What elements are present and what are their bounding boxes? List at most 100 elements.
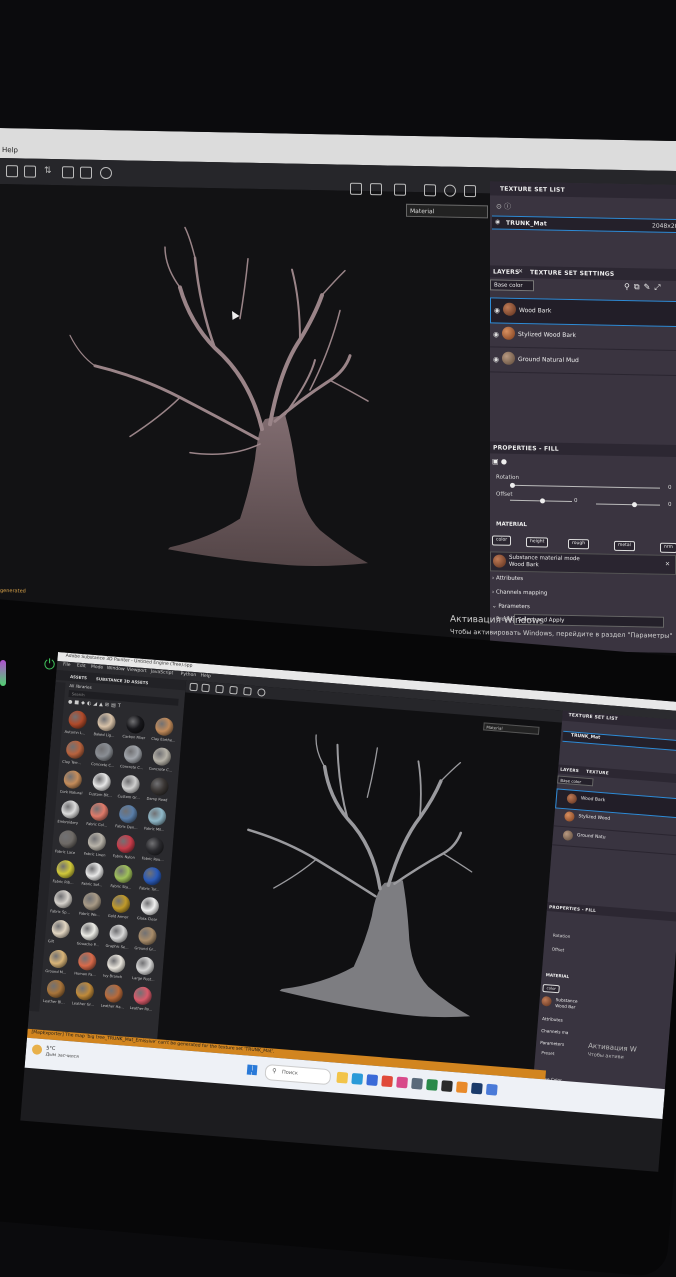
grid-icon[interactable] [6, 165, 18, 178]
app-icon[interactable] [426, 1078, 438, 1091]
tab-assets[interactable]: ASSETS [70, 674, 87, 680]
asset-tile[interactable]: Fabric Col... [85, 801, 115, 832]
align-icon[interactable]: ⇅ [44, 166, 54, 176]
channel-chip-metal[interactable]: metal [614, 540, 635, 552]
taskbar-search-box[interactable]: ⚲ Поиск [264, 1063, 332, 1086]
display-icon[interactable] [350, 182, 362, 195]
asset-tile[interactable]: Concrete C... [119, 743, 149, 774]
tab-layers[interactable]: LAYERS [560, 767, 579, 773]
visibility-eye-icon[interactable]: ◉ [495, 219, 500, 226]
grid-small-icon[interactable] [201, 683, 210, 693]
attributes-section[interactable]: › Attributes [492, 575, 523, 582]
asset-tile[interactable]: Baked Lig... [92, 711, 122, 742]
asset-tile[interactable]: Leather Ha... [99, 983, 129, 1014]
texture-set-item[interactable]: ◉ TRUNK_Mat 2048x20 [492, 215, 676, 233]
asset-tile[interactable]: Clay Terr... [61, 739, 91, 770]
menu-help[interactable]: Help [2, 146, 18, 154]
file-explorer-icon[interactable] [336, 1071, 349, 1084]
layer-row[interactable]: ◉ Ground Natural Mud [490, 347, 676, 376]
asset-tile[interactable]: Fabric Nylon [111, 833, 141, 864]
3d-viewport[interactable] [0, 184, 492, 650]
parameters-label[interactable]: Parameters [540, 1040, 564, 1047]
channel-chip-rough[interactable]: rough [568, 538, 590, 550]
menu-window[interactable]: Window [107, 666, 125, 672]
edge-icon[interactable] [351, 1072, 364, 1085]
3d-viewport[interactable]: Material [155, 680, 563, 1092]
asset-tile[interactable]: Fabric Rib... [51, 858, 81, 889]
asset-tile[interactable]: Human Fa... [73, 950, 103, 981]
slider-knob[interactable] [632, 502, 637, 508]
menu-python[interactable]: Python [180, 672, 196, 678]
close-tab-icon[interactable]: ✕ [518, 268, 523, 275]
asset-tile[interactable]: Custom Bit... [87, 771, 117, 802]
channels-mapping-section[interactable]: › Channels mapping [492, 589, 547, 596]
asset-tile[interactable]: Concrete C... [90, 741, 120, 772]
visibility-eye-icon[interactable]: ◉ [493, 330, 499, 338]
grid-small-icon[interactable] [24, 165, 36, 178]
photos-icon[interactable] [396, 1076, 409, 1089]
texture-set-filter-icons[interactable]: ⊙ ⓘ [496, 202, 511, 212]
asset-tile[interactable]: Large Rust... [131, 955, 161, 986]
render-icon[interactable] [464, 184, 476, 198]
asset-tile[interactable]: Gilt [46, 918, 76, 949]
asset-tile[interactable]: Ground Gr... [133, 925, 163, 956]
menu-javascript[interactable]: JavaScript [150, 670, 173, 677]
asset-tile[interactable]: Fabric Wo... [78, 891, 108, 922]
tab-substance-3d-assets[interactable]: SUBSTANCE 3D ASSETS [96, 676, 149, 685]
offset-slider-u[interactable] [510, 498, 572, 504]
asset-tile[interactable]: Carbon Fiber [121, 713, 151, 744]
parameters-section[interactable]: ⌄ Parameters [492, 603, 530, 610]
asset-tile[interactable]: Embroidery [56, 798, 86, 829]
pause-icon[interactable] [370, 183, 382, 196]
channel-select[interactable]: Base color [557, 775, 594, 787]
visibility-eye-icon[interactable]: ◉ [494, 306, 500, 314]
all-libraries[interactable]: All libraries [69, 683, 92, 690]
offset-slider-v[interactable] [596, 502, 660, 508]
substance-material-slot[interactable]: Substance material mode Wood Bark ✕ [490, 551, 676, 575]
blender-icon[interactable] [455, 1081, 468, 1094]
asset-tile[interactable]: Leather Bl... [41, 978, 71, 1009]
weather-temp[interactable]: 5°C [46, 1045, 56, 1052]
asset-tile[interactable]: Graphic Se... [104, 923, 134, 954]
grid-icon[interactable] [189, 682, 198, 692]
asset-tile[interactable]: Fabric Tar... [138, 865, 168, 896]
channel-chip-nrm[interactable]: nrm [660, 542, 676, 553]
settings-icon[interactable] [411, 1077, 423, 1090]
menu-file[interactable]: File [63, 662, 71, 668]
asset-tile[interactable]: Concrete C... [147, 746, 177, 777]
asset-tile[interactable]: Fabric Den... [114, 803, 144, 834]
align-icon[interactable] [215, 684, 224, 694]
asset-tile[interactable]: Clay Earthe... [150, 716, 180, 747]
record-icon[interactable] [100, 166, 112, 180]
menu-viewport[interactable]: Viewport [127, 668, 147, 675]
asset-tile[interactable]: Damp Road [145, 776, 175, 807]
layer-tools-icons[interactable]: ⚲⧉✎⤢ [624, 282, 665, 293]
tab-layers[interactable]: LAYERS [493, 268, 519, 276]
slider-knob[interactable] [540, 498, 545, 504]
asset-tile[interactable]: Fabric Rou... [140, 835, 170, 866]
asset-tile[interactable]: Ground M... [44, 948, 74, 979]
asset-tile[interactable]: Custom Gr... [116, 773, 146, 804]
chrome-icon[interactable] [381, 1075, 394, 1088]
channel-chip-color[interactable]: color [542, 983, 561, 994]
channel-chip-height[interactable]: height [526, 537, 549, 548]
crop-icon[interactable] [394, 183, 406, 196]
slider-knob[interactable] [510, 482, 515, 488]
add-icon[interactable] [80, 166, 92, 179]
close-icon[interactable]: ✕ [665, 561, 670, 568]
record-icon[interactable] [257, 688, 266, 697]
tiles-icon[interactable] [485, 1083, 498, 1096]
fill-mode-icons[interactable]: ▣ ● [492, 457, 507, 465]
store-icon[interactable] [366, 1074, 379, 1086]
asset-tile[interactable]: Fabric Sp... [49, 888, 79, 919]
asset-tile[interactable]: Gold Armor [107, 893, 137, 924]
light-icon[interactable] [444, 184, 456, 197]
asset-tile[interactable]: Leather Gr... [70, 980, 100, 1011]
asset-tile[interactable]: Glass Clear [135, 895, 165, 926]
windows-start-icon[interactable] [246, 1064, 258, 1076]
tab-texture-set-settings[interactable]: TEXTURE [586, 769, 609, 776]
asset-tile[interactable]: Autumn L... [63, 709, 93, 740]
asset-tile[interactable]: Ivy Branch [102, 953, 132, 984]
rotation-slider[interactable] [510, 482, 660, 489]
menu-mode[interactable]: Mode [91, 665, 104, 671]
